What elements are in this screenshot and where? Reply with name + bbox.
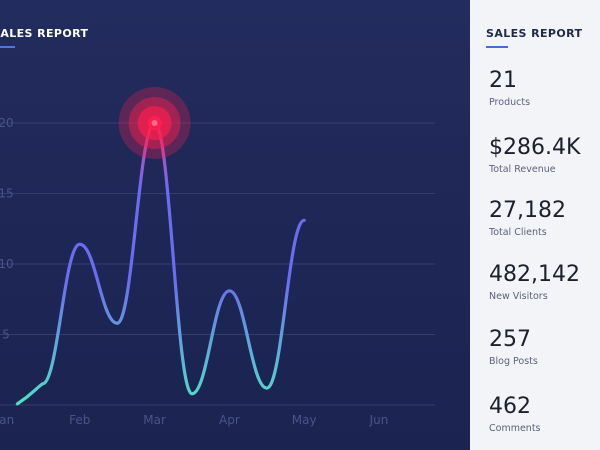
stats-panel: SALES REPORT 21 Products $286.4K Total R… <box>470 0 600 450</box>
x-tick-label: Feb <box>69 413 90 427</box>
highlight-dot-center <box>151 120 158 126</box>
stat-label: Blog Posts <box>489 356 538 367</box>
stat-new-visitors: 482,142 New Visitors <box>489 262 580 302</box>
y-tick-label: 10 <box>0 257 14 271</box>
x-tick-label: May <box>292 413 317 427</box>
stats-title: SALES REPORT <box>486 27 583 40</box>
y-tick-label: 15 <box>0 187 14 201</box>
series-line <box>15 121 306 406</box>
stat-label: Total Revenue <box>489 164 556 175</box>
x-tick-label: Apr <box>219 413 240 427</box>
x-tick-label: Mar <box>143 413 166 427</box>
stat-label: Comments <box>489 423 541 434</box>
stat-total-revenue: $286.4K Total Revenue <box>489 135 580 175</box>
stat-label: Products <box>489 97 531 108</box>
chart-panel: SALES REPORT 5101520JanFebMarAprMayJun <box>0 0 470 450</box>
stat-label: New Visitors <box>489 291 548 302</box>
stat-value: 257 <box>489 327 531 352</box>
stat-comments: 462 Comments <box>489 394 541 434</box>
stats-title-underline <box>486 46 508 48</box>
x-tick-label: Jan <box>0 413 14 427</box>
stat-value: 462 <box>489 394 531 419</box>
sales-line-chart: 5 10 15 20 Jan Feb Mar Apr May Jun <box>0 87 435 427</box>
stat-value: 21 <box>489 68 517 93</box>
y-tick-label: 5 <box>2 328 10 342</box>
stat-value: $286.4K <box>489 135 581 160</box>
stat-total-clients: 27,182 Total Clients <box>489 198 566 238</box>
stat-blog-posts: 257 Blog Posts <box>489 327 538 367</box>
y-tick-label: 20 <box>0 116 14 130</box>
stat-products: 21 Products <box>489 68 530 108</box>
stat-label: Total Clients <box>489 227 547 238</box>
stat-value: 27,182 <box>489 198 566 223</box>
stat-value: 482,142 <box>489 262 580 287</box>
x-tick-label: Jun <box>369 413 389 427</box>
